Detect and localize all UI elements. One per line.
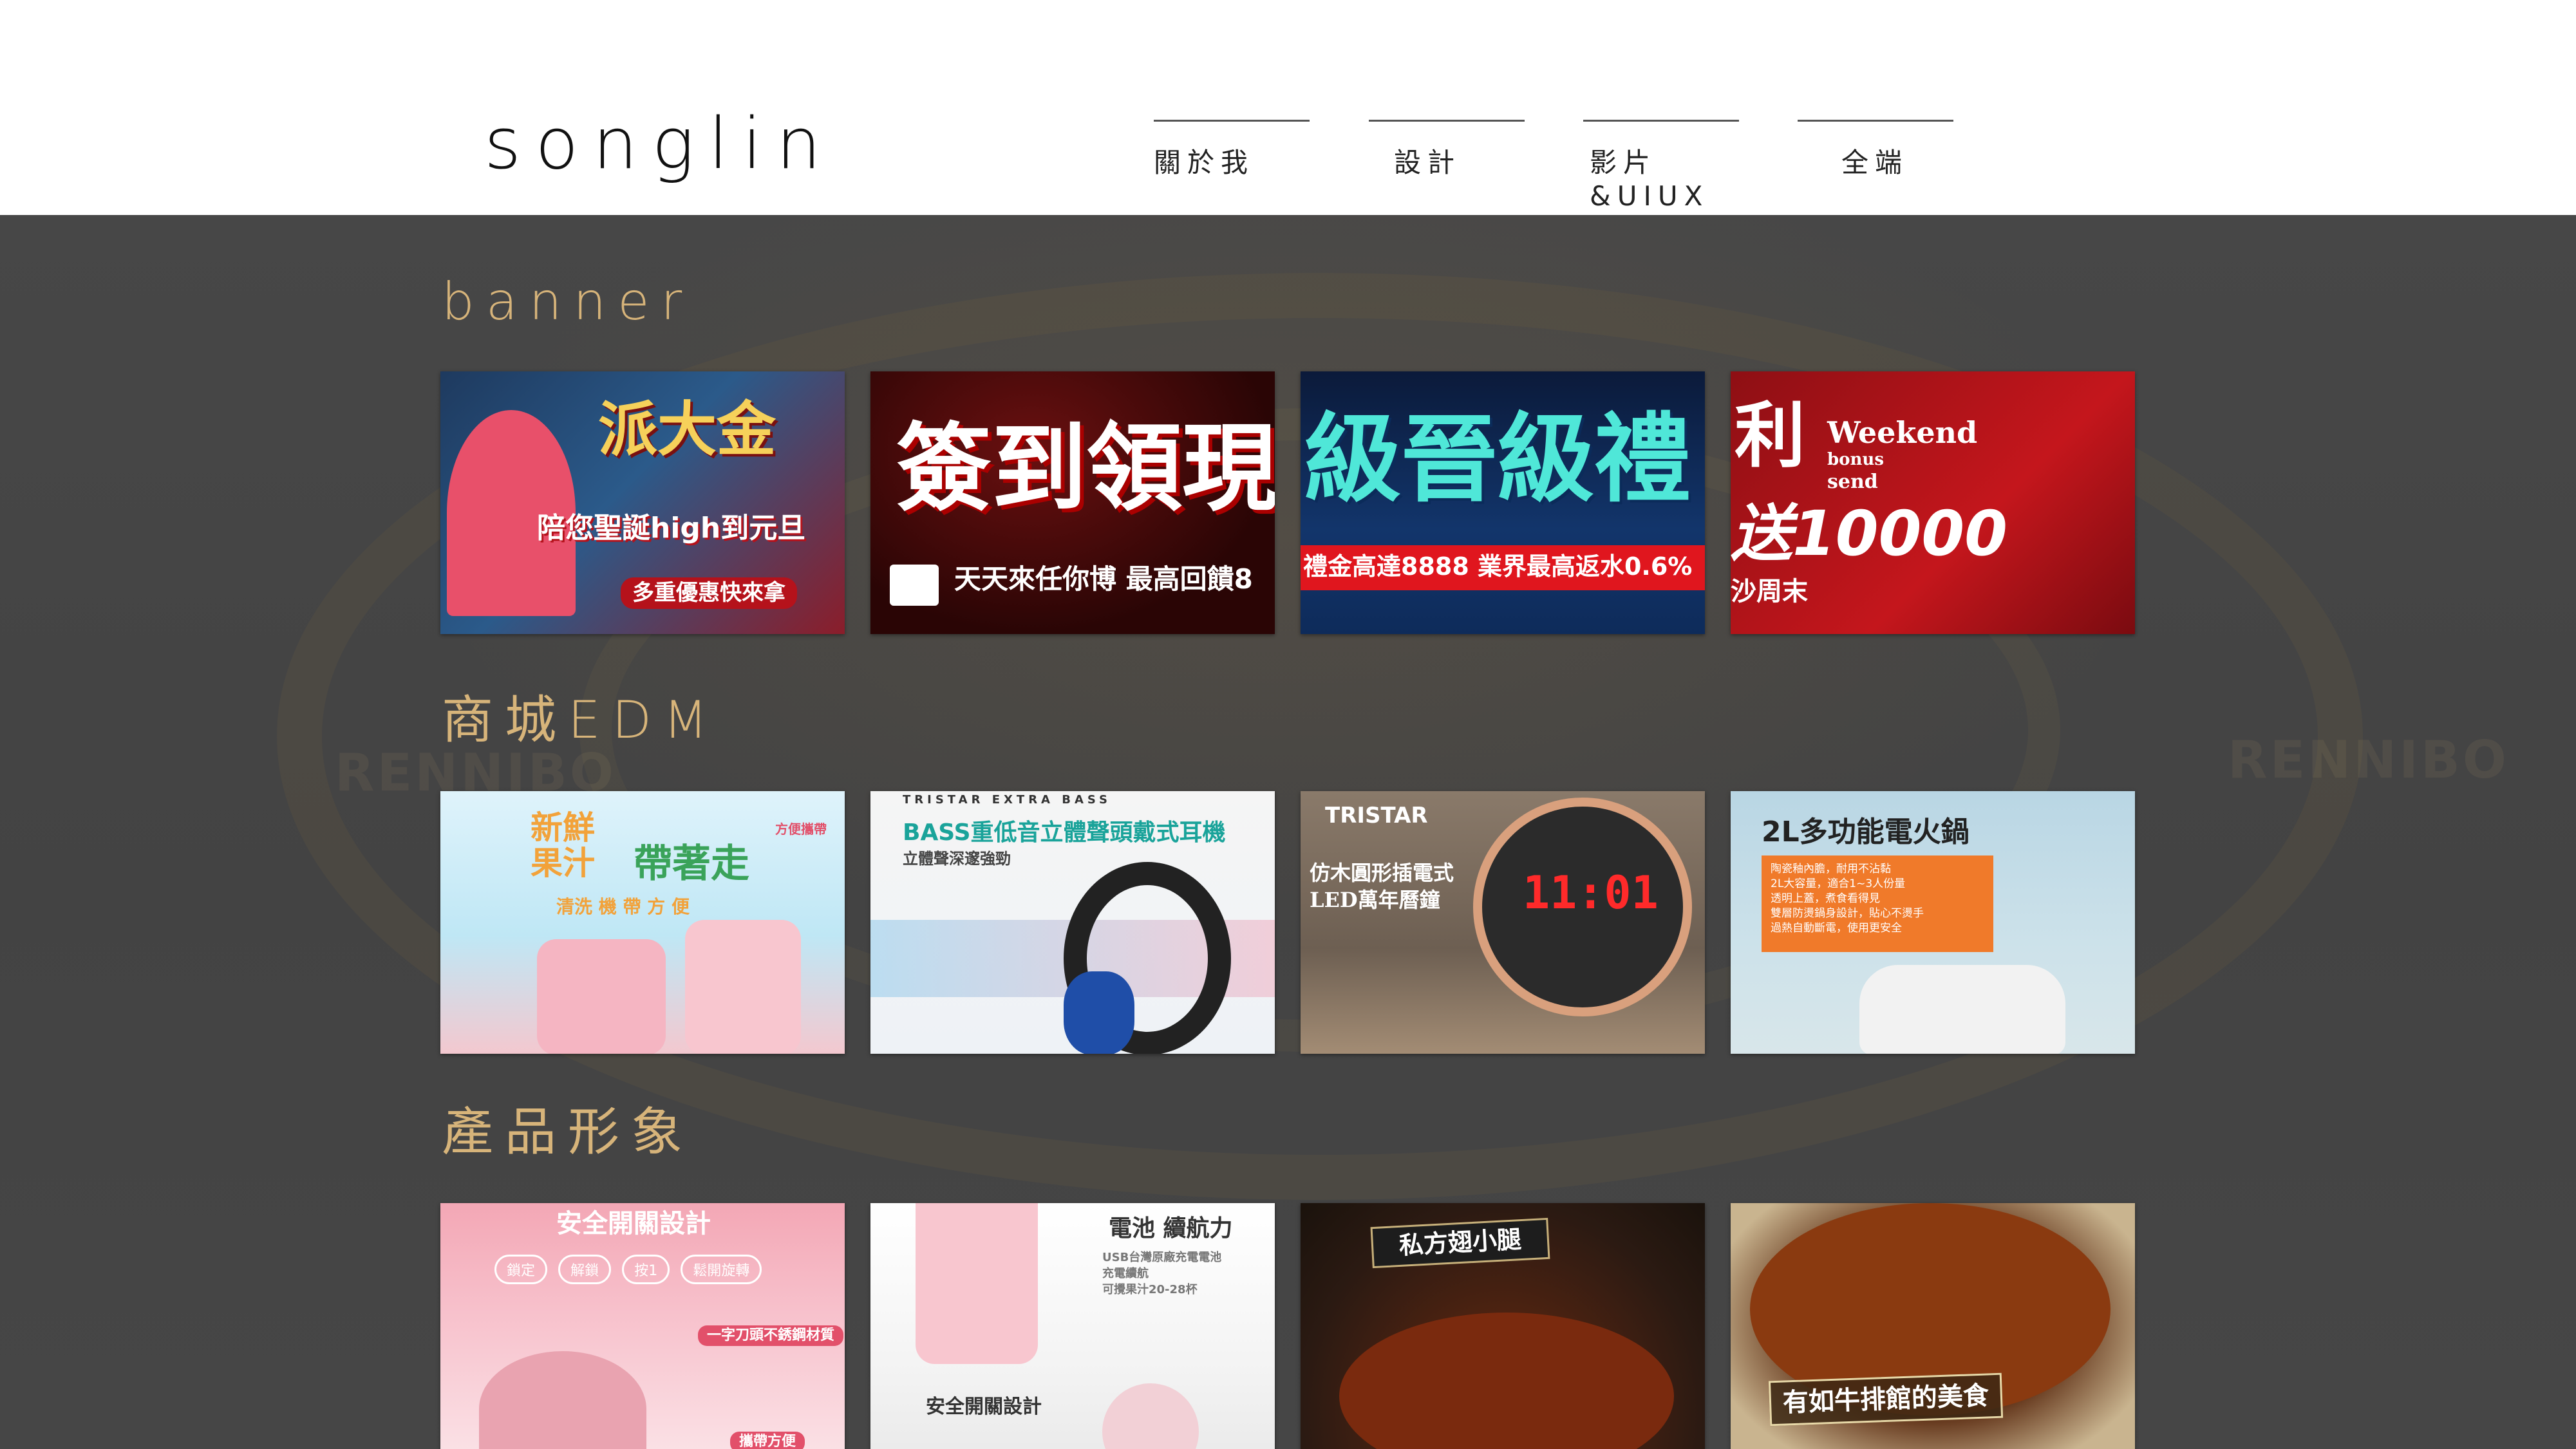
nav-design[interactable]: 設計: [1369, 120, 1525, 180]
edm-1-subtitle: 帶著走: [634, 841, 749, 886]
feature-item: 雙層防燙鍋身設計，貼心不燙手: [1771, 906, 1924, 920]
banner-4-send: send: [1827, 471, 1878, 493]
banner-1-tagline: 多重優惠快來拿: [621, 577, 797, 610]
chicken-wings-illustration: [1339, 1313, 1674, 1449]
feature-item: 過熱自動斷電，使用更安全: [1771, 921, 1902, 935]
banner-4-weekend: Weekend: [1827, 415, 1978, 450]
mode-pill: 鬆開旋轉: [681, 1255, 762, 1284]
product-thumb-3[interactable]: 私方翅小腿: [1301, 1203, 1705, 1449]
banner-thumb-2[interactable]: 簽到領現 天天來任你博 最高回饋8: [870, 371, 1275, 634]
banner-thumb-4[interactable]: 利 Weekend bonus send 送10000 沙周末: [1731, 371, 2135, 634]
background-watermark: RENNIBO: [2228, 730, 2509, 790]
feature-item: 陶瓷釉內膽，耐用不沾黏: [1771, 863, 1891, 875]
edm-2-title: BASS重低音立體聲頭戴式耳機: [903, 819, 1226, 846]
product-1-title: 安全開關設計: [556, 1209, 711, 1239]
site-header: songlin 關於我 設計 影片&UIUX 全端: [0, 0, 2576, 215]
product-1-pill-row: 鎖定 解鎖 按1 鬆開旋轉: [494, 1255, 769, 1284]
banner-3-title: 級晉級禮: [1304, 404, 1691, 516]
hotpot-illustration: [1859, 965, 2065, 1054]
edm-3-title: 仿木圓形插電式: [1310, 861, 1454, 885]
feature-item: 透明上蓋，煮食看得見: [1771, 892, 1880, 905]
banner-4-bonus: bonus: [1827, 450, 1884, 469]
edm-3-brand: TRISTAR: [1325, 803, 1428, 828]
product-2-title: 電池 續航力: [1109, 1215, 1233, 1242]
product-3-title: 私方翅小腿: [1370, 1217, 1550, 1268]
blender-cup-illustration: [916, 1203, 1038, 1364]
site-logo[interactable]: songlin: [484, 108, 835, 179]
nav-fullstack[interactable]: 全端: [1798, 120, 1953, 180]
edm-thumb-2[interactable]: TRISTAR EXTRA BASS BASS重低音立體聲頭戴式耳機 立體聲深邃…: [870, 791, 1275, 1054]
edm-1-tagline: 清洗 機 帶 方 便: [556, 896, 690, 917]
blender-illustration: [537, 939, 666, 1054]
product-2-desc: 充電續航: [1102, 1267, 1149, 1280]
section-title-banner: banner: [442, 272, 694, 332]
banner-2-subtitle: 天天來任你博 最高回饋8: [954, 563, 1253, 595]
product-1-callout: 一字刀頭不銹鋼材質: [698, 1325, 844, 1347]
banner-4-title: 利: [1735, 395, 1805, 477]
banner-thumb-3[interactable]: 級晉級禮 禮金高達8888 業界最高返水0.6%: [1301, 371, 1705, 634]
product-thumb-1[interactable]: 安全開關設計 鎖定 解鎖 按1 鬆開旋轉 一字刀頭不銹鋼材質 攜帶方便: [440, 1203, 845, 1449]
section-title-edm: 商城EDM: [442, 690, 720, 750]
section-title-product: 產品形象: [442, 1102, 694, 1162]
product-4-title: 有如牛排館的美食: [1768, 1372, 2004, 1426]
edm-thumb-4[interactable]: 2L多功能電火鍋 陶瓷釉內膽，耐用不沾黏 2L大容量，適合1~3人份量 透明上蓋…: [1731, 791, 2135, 1054]
nav-video-uiux[interactable]: 影片&UIUX: [1583, 120, 1739, 212]
edm-thumb-1[interactable]: 新鮮果汁 帶著走 清洗 機 帶 方 便 方便攜帶: [440, 791, 845, 1054]
edm-2-subtitle: 立體聲深邃強勁: [903, 850, 1011, 868]
banner-4-amount: 送10000: [1731, 498, 2007, 570]
edm-4-feature-box: 陶瓷釉內膽，耐用不沾黏 2L大容量，適合1~3人份量 透明上蓋，煮食看得見 雙層…: [1762, 855, 1993, 952]
edm-thumb-3[interactable]: TRISTAR 仿木圓形插電式 LED萬年曆鐘 11:01: [1301, 791, 1705, 1054]
product-2-feature: 安全開關設計: [926, 1396, 1042, 1418]
mode-pill: 解鎖: [558, 1255, 612, 1284]
nav-about[interactable]: 關於我: [1154, 120, 1310, 180]
portfolio-gallery: RENNIBO RENNIBO banner 派大金 陪您聖誕high到元旦 多…: [0, 215, 2576, 1449]
mode-pill: 鎖定: [494, 1255, 548, 1284]
headphone-earcup: [1064, 971, 1134, 1054]
product-2-desc: USB台灣原廠充電電池: [1102, 1251, 1222, 1264]
product-thumb-4[interactable]: 有如牛排館的美食: [1731, 1203, 2135, 1449]
banner-2-title: 簽到領現: [896, 413, 1275, 524]
blender-illustration: [685, 920, 801, 1054]
banner-4-tagline: 沙周末: [1731, 577, 1808, 606]
calendar-icon: [890, 565, 939, 606]
mode-pill: 按1: [622, 1255, 670, 1284]
banner-3-subtitle: 禮金高達8888 業界最高返水0.6%: [1303, 552, 1693, 581]
edm-2-brand: TRISTAR EXTRA BASS: [903, 793, 1112, 807]
clock-time: 11:01: [1523, 866, 1659, 919]
product-2-desc: 可攪果汁20-28杯: [1102, 1283, 1198, 1296]
banner-1-title: 派大金: [598, 395, 776, 464]
button-closeup-illustration: [1102, 1383, 1199, 1449]
edm-3-subtitle: LED萬年曆鐘: [1310, 888, 1440, 912]
banner-1-subtitle: 陪您聖誕high到元旦: [537, 512, 806, 545]
feature-item: 2L大容量，適合1~3人份量: [1771, 877, 1906, 890]
product-1-callout: 攜帶方便: [730, 1432, 805, 1449]
edm-1-title: 新鮮果汁: [531, 809, 595, 882]
edm-4-title: 2L多功能電火鍋: [1762, 816, 1970, 848]
edm-1-badge: 方便攜帶: [775, 821, 827, 837]
product-thumb-2[interactable]: 電池 續航力 USB台灣原廠充電電池 充電續航 可攪果汁20-28杯 安全開關設…: [870, 1203, 1275, 1449]
banner-thumb-1[interactable]: 派大金 陪您聖誕high到元旦 多重優惠快來拿: [440, 371, 845, 634]
blender-base-illustration: [479, 1351, 646, 1449]
